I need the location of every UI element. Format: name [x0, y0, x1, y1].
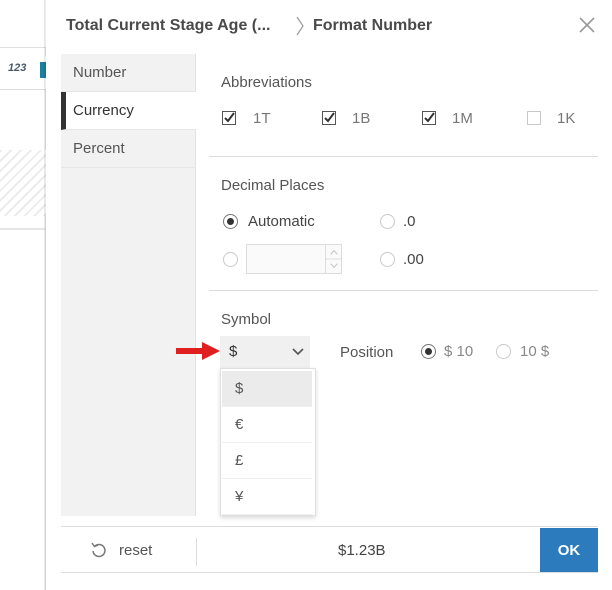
- dialog-header: Total Current Stage Age (... Format Numb…: [46, 0, 612, 52]
- nav-item-number[interactable]: Number: [61, 54, 196, 92]
- section-divider: [209, 156, 598, 157]
- background-app: 123: [0, 0, 46, 590]
- section-divider: [209, 290, 598, 291]
- decimal-one-label: .0: [403, 213, 416, 230]
- nav-item-currency[interactable]: Currency: [61, 92, 196, 130]
- checkbox-1m[interactable]: [422, 111, 436, 125]
- decimal-places-title: Decimal Places: [221, 177, 325, 194]
- symbol-selected-value: $: [229, 343, 238, 360]
- number-type-badge: 123: [8, 62, 27, 74]
- position-label: Position: [340, 344, 394, 361]
- background-hatched-area: [0, 150, 46, 216]
- abbr-label-1b: 1B: [352, 110, 371, 127]
- decimal-two-label: .00: [403, 251, 424, 268]
- format-type-nav: Number Currency Percent: [61, 54, 196, 516]
- radio-position-suffix[interactable]: [496, 344, 511, 359]
- footer-divider-bottom: [61, 572, 598, 573]
- abbr-label-1t: 1T: [253, 110, 271, 127]
- symbol-option-dollar[interactable]: $: [222, 371, 312, 407]
- chevron-right-icon: [296, 16, 304, 36]
- symbol-option-euro[interactable]: €: [222, 407, 312, 443]
- radio-decimal-automatic[interactable]: [223, 214, 238, 229]
- footer-divider-top: [61, 526, 598, 527]
- position-suffix-label: 10 $: [520, 343, 550, 360]
- decimal-automatic-label: Automatic: [248, 213, 315, 230]
- ok-button[interactable]: OK: [540, 528, 598, 572]
- checkbox-1t[interactable]: [222, 111, 236, 125]
- reset-label: reset: [119, 542, 153, 559]
- radio-decimal-one[interactable]: [380, 214, 395, 229]
- format-preview: $1.23B: [338, 542, 386, 559]
- symbol-option-pound[interactable]: £: [222, 443, 312, 479]
- symbol-option-yen[interactable]: ¥: [222, 479, 312, 515]
- checkbox-1k[interactable]: [527, 111, 541, 125]
- radio-decimal-custom[interactable]: [223, 252, 238, 267]
- nav-item-percent[interactable]: Percent: [61, 130, 196, 168]
- close-icon[interactable]: [578, 16, 596, 34]
- undo-icon: [91, 542, 106, 558]
- radio-decimal-two[interactable]: [380, 252, 395, 267]
- abbreviations-title: Abbreviations: [221, 74, 312, 91]
- breadcrumb-current: Format Number: [313, 17, 433, 34]
- radio-position-prefix[interactable]: [421, 344, 436, 359]
- symbol-title: Symbol: [221, 311, 272, 328]
- background-divider: [0, 228, 46, 230]
- abbr-label-1m: 1M: [452, 110, 473, 127]
- reset-button[interactable]: reset: [90, 540, 180, 562]
- background-header: [0, 0, 46, 48]
- breadcrumb-parent[interactable]: Total Current Stage Age (...: [66, 17, 270, 35]
- red-arrow-annotation: [176, 342, 220, 360]
- checkbox-1b[interactable]: [322, 111, 336, 125]
- symbol-select[interactable]: $: [220, 336, 310, 368]
- format-number-dialog: Total Current Stage Age (... Format Numb…: [46, 0, 612, 590]
- decimal-spinner[interactable]: [325, 244, 342, 274]
- footer-separator: [196, 538, 197, 566]
- symbol-dropdown-menu: $ € £ ¥: [220, 368, 316, 516]
- chevron-down-icon: [292, 348, 304, 356]
- abbr-label-1k: 1K: [557, 110, 576, 127]
- position-prefix-label: $ 10: [444, 343, 474, 360]
